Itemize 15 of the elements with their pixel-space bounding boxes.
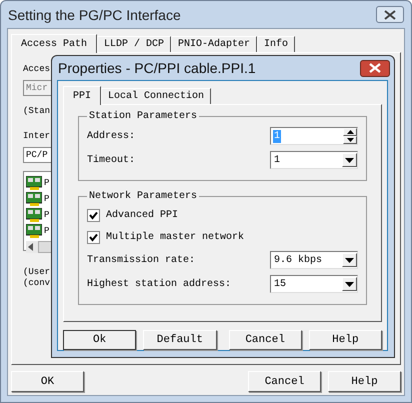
note-text: (User [23, 267, 50, 278]
group-title: Network Parameters [88, 191, 198, 202]
checkbox-label: Multiple master network [106, 232, 244, 242]
dialog-title: Properties - PC/PPI cable.PPI.1 [58, 60, 256, 76]
window-title: Setting the PG/PC Interface [8, 6, 181, 22]
field-label: Timeout: [87, 154, 136, 166]
note-text: (conv [23, 278, 50, 289]
group-title: Station Parameters [88, 111, 198, 122]
field-label: Highest station address: [87, 278, 232, 290]
field-label: Inter [23, 130, 50, 142]
field-label: Address: [87, 130, 136, 142]
checkbox-label: Advanced PPI [106, 210, 178, 220]
field-label: Acces [23, 63, 50, 75]
note-text: (Stan [23, 105, 50, 117]
field-label: Transmission rate: [87, 254, 196, 266]
